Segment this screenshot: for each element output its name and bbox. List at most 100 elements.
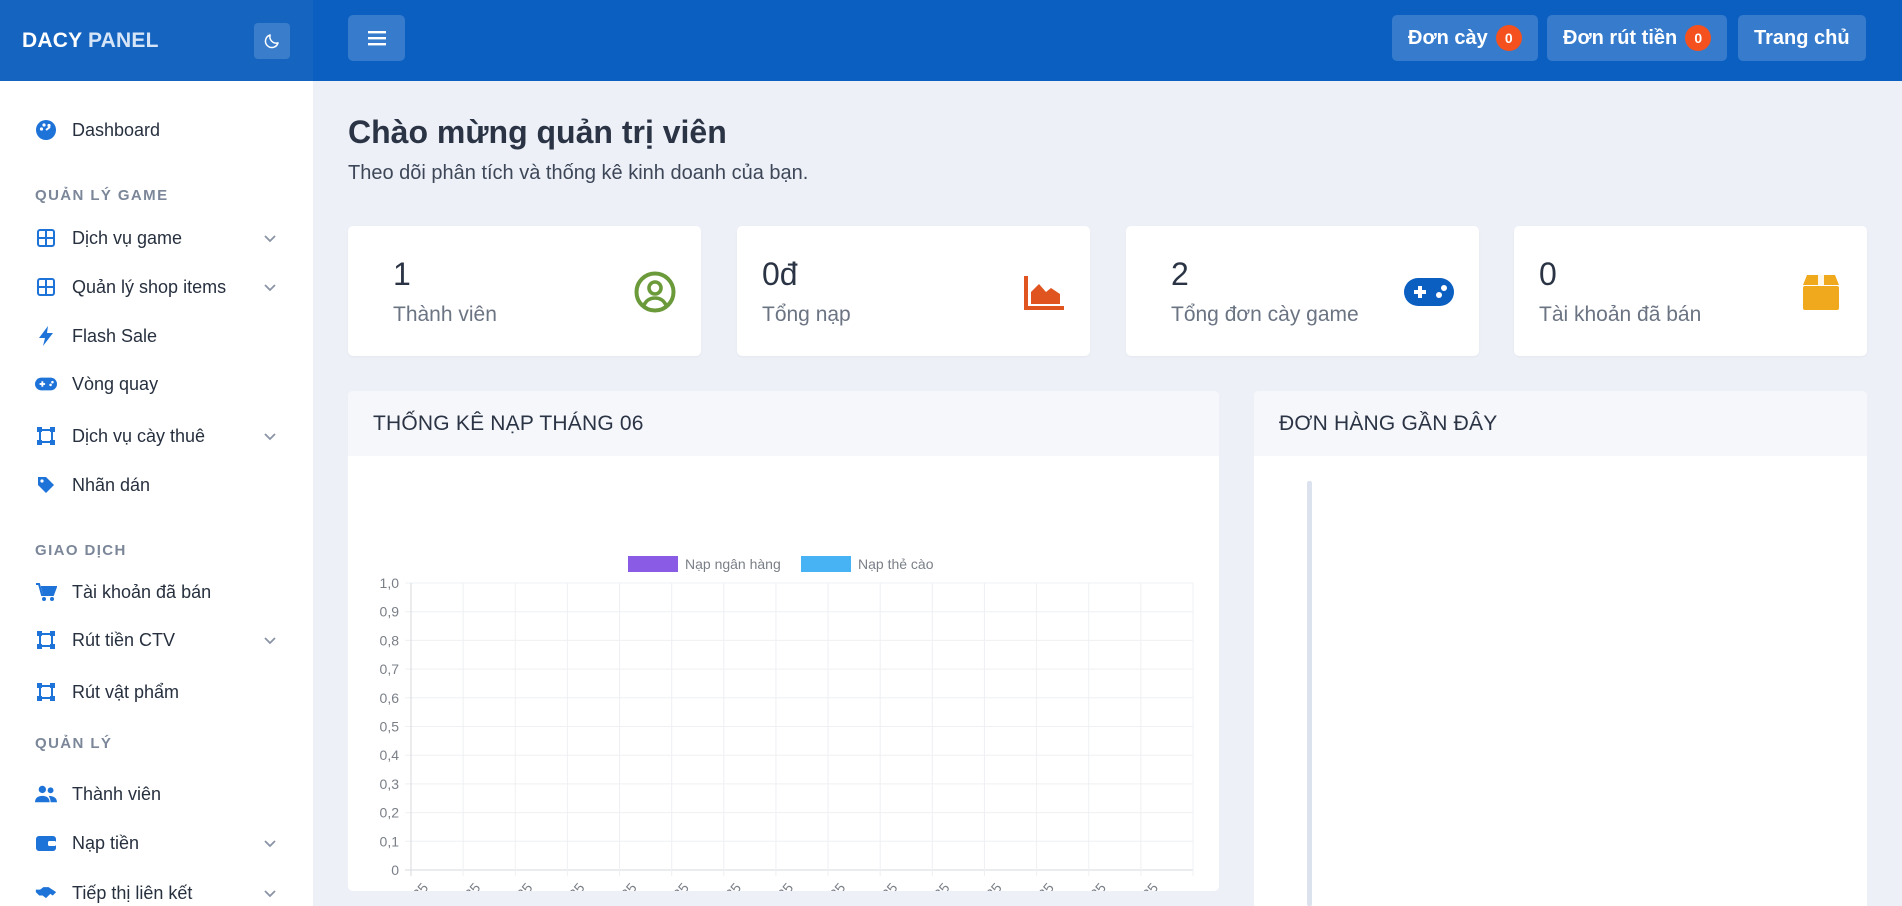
chevron-down-icon [264,284,276,292]
chart-y-tick-label: 0,5 [380,719,400,735]
chart-x-tick-label: 13/06/2025 [687,879,744,891]
moon-icon [264,33,279,48]
chart-y-tick-label: 0,6 [380,690,400,706]
page-subtitle: Theo dõi phân tích và thống kê kinh doan… [348,162,809,184]
chart-x-tick-label: 23/06/2025 [947,879,1004,891]
chart-y-tick-label: 0,4 [380,747,400,763]
sidebar-item-label: Flash Sale [72,325,158,346]
chevron-down-icon [264,433,276,441]
home-label: Trang chủ [1754,26,1850,49]
sidebar-item[interactable]: Tài khoản đã bán [0,577,313,607]
page-title: Chào mừng quản trị viên [348,114,727,150]
orders-count-badge: 0 [1495,25,1522,51]
home-button[interactable]: Trang chủ [1738,15,1866,61]
chevron-down-icon [264,637,276,645]
wallet-icon [35,832,57,854]
cart-icon [35,581,57,603]
chart-legend-label: Nạp thẻ cào [858,556,934,572]
bolt-icon [35,325,57,347]
sidebar-item[interactable]: Tiếp thị liên kết [0,878,313,906]
sidebar-item-label: Tiếp thị liên kết [72,882,193,903]
withdraw-orders-button[interactable]: Đơn rút tiền 0 [1547,15,1728,61]
chart-x-tick-label: 9/06/2025 [588,879,640,891]
sidebar-item[interactable]: Rút tiền CTV [0,625,313,655]
sidebar-item-label: Rút vật phẩm [72,681,180,702]
dark-mode-toggle[interactable] [254,22,290,59]
deposit-chart-card: THỐNG KÊ NẠP THÁNG 06 1,0 0,9 0,8 0,7 0,6 0,5… [348,391,1219,891]
tag-icon [35,474,57,496]
chart-legend-swatch [801,556,851,572]
chart-x-tick-label: 3/06/2025 [431,879,483,891]
chart-x-tick-label: 25/06/2025 [1000,879,1057,891]
sidebar-item[interactable]: Dịch vụ game [0,223,313,253]
chart-y-tick-label: 0 [391,862,399,878]
chart-y-tick-label: 0,1 [380,833,400,849]
sidebar-item-label: Nạp tiền [72,832,140,853]
sidebar-item-label: Vòng quay [72,373,159,394]
sidebar-item[interactable]: Nạp tiền [0,828,313,858]
stat-card-members: 1 Thành viên [348,226,701,356]
vector-square-icon [35,425,57,447]
users-icon [35,783,57,805]
orders-button[interactable]: Đơn cày 0 [1392,15,1538,61]
menu-toggle-button[interactable] [348,15,405,61]
sidebar-item-label: Thành viên [72,783,162,804]
chart-x-tick-label: 29/06/2025 [1104,879,1161,891]
sidebar-item-label: Quản lý shop items [72,276,227,297]
sidebar-item[interactable]: Vòng quay [0,369,313,399]
sidebar-item[interactable]: Nhãn dán [0,470,313,500]
chart-x-tick-label: 11/06/2025 [635,879,692,891]
chart-y-tick-label: 0,3 [380,776,400,792]
sidebar-item-label: Rút tiền CTV [72,629,176,650]
sidebar-item[interactable]: Dashboard [0,115,313,145]
chart-legend-label: Nạp ngân hàng [685,556,781,572]
sidebar-item[interactable]: Rút vật phẩm [0,677,313,707]
chart-y-tick-label: 0,9 [380,604,400,620]
orders-label: Đơn cày [1408,26,1488,49]
handshake-icon [35,882,57,904]
stat-caption: Tài khoản đã bán [1539,303,1702,326]
gamepad-icon [35,373,57,395]
box-icon [1799,270,1843,314]
recent-orders-card: ĐƠN HÀNG GẦN ĐÂY [1254,391,1867,906]
sidebar-item[interactable]: Dịch vụ cày thuê [0,421,313,451]
chart-x-tick-label: 17/06/2025 [791,879,848,891]
sidebar-item-label: Dịch vụ cày thuê [72,425,206,446]
stat-caption: Tổng nạp [762,303,851,326]
chart-x-tick-label: 15/06/2025 [739,879,796,891]
withdraw-count-badge: 0 [1685,25,1712,51]
stat-caption: Thành viên [393,303,497,326]
user-circle-icon [633,270,677,314]
sidebar-item-label: Nhãn dán [72,474,151,495]
chevron-down-icon [264,840,276,848]
topbar: Đơn cày 0 Đơn rút tiền 0 Trang chủ [313,0,1902,81]
grid-icon [35,227,57,249]
chart-x-tick-label: 5/06/2025 [483,879,535,891]
chart-x-tick-label: 7/06/2025 [535,879,587,891]
chart-x-tick-label: 27/06/2025 [1052,879,1109,891]
chevron-down-icon [264,235,276,243]
stat-value: 1 [393,256,411,292]
grid-icon [35,276,57,298]
sidebar-item[interactable]: Flash Sale [0,321,313,351]
gamepad-icon [1403,270,1455,314]
chart-legend-swatch [628,556,678,572]
sidebar-item[interactable]: Quản lý shop items [0,272,313,302]
stat-card-sold-accounts: 0 Tài khoản đã bán [1514,226,1867,356]
chevron-down-icon [264,890,276,898]
sidebar-section-heading: GIAO DỊCH [35,542,127,559]
chart-x-tick-label: 1/06/2025 [379,879,431,891]
hamburger-icon [367,31,386,46]
sidebar-item-label: Tài khoản đã bán [72,581,212,602]
sidebar-nav: Dashboard QUẢN LÝ GAME Dịch vụ game Quản lý… [0,81,313,903]
orders-timeline-line [1307,481,1312,906]
brand-logo[interactable]: DACY PANEL [22,29,159,53]
stat-card-total-deposit: 0đ Tổng nạp [737,226,1090,356]
sidebar-section-heading: QUẢN LÝ [35,735,113,752]
sidebar: DACY PANEL Dashboard QUẢN LÝ GAME Dịch vụ … [0,0,313,906]
sidebar-item[interactable]: Thành viên [0,779,313,809]
stat-value: 0 [1539,256,1557,292]
chart-x-tick-label: 19/06/2025 [843,879,900,891]
stat-value: 2 [1171,256,1189,292]
area-chart-icon [1022,270,1066,314]
